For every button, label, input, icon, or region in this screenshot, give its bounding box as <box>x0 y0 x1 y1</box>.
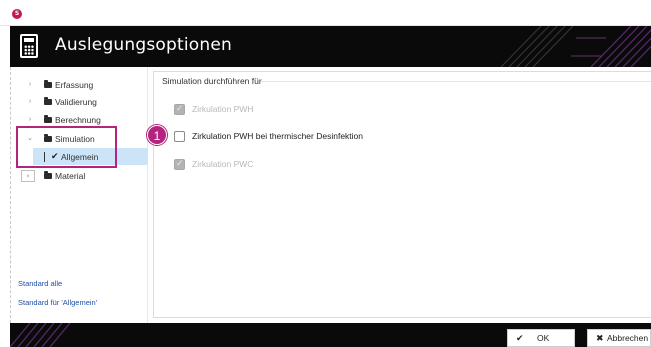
chevron-right-icon[interactable]: › <box>26 94 34 110</box>
cancel-button-label: Abbrechen <box>607 333 649 343</box>
cancel-button[interactable]: ✖ Abbrechen <box>587 329 651 347</box>
tree-item-label: Erfassung <box>55 80 94 90</box>
folder-icon <box>44 171 52 179</box>
option-label: Zirkulation PWH bei thermischer Desinfek… <box>192 131 364 141</box>
annotation-highlight-box <box>16 126 117 168</box>
option-label: Zirkulation PWC <box>192 159 254 169</box>
footer-decoration <box>10 323 71 347</box>
checkbox-checked-disabled <box>174 158 185 170</box>
group-title: Simulation durchführen für <box>162 76 262 86</box>
group-divider <box>261 81 651 82</box>
tree-item-label: Validierung <box>55 97 97 107</box>
ok-button-label: OK <box>537 333 550 343</box>
dialog-title: Auslegungsoptionen <box>55 35 233 55</box>
folder-icon <box>44 115 52 123</box>
options-panel: Simulation durchführen für Zirkulation P… <box>153 71 651 318</box>
annotation-callout-badge: 1 <box>147 125 167 145</box>
checkbox-checked-disabled <box>174 103 185 115</box>
folder-icon <box>44 97 52 105</box>
checkmark-icon: ✔ <box>516 333 524 343</box>
expand-icon[interactable]: › <box>21 170 35 182</box>
ok-button[interactable]: ✔ OK <box>507 329 575 347</box>
calculator-icon <box>20 34 38 58</box>
option-label: Zirkulation PWH <box>192 104 254 114</box>
chevron-right-icon[interactable]: › <box>26 77 34 93</box>
standard-all-link[interactable]: Standard alle <box>18 279 62 288</box>
window-top-strip: S <box>0 0 651 26</box>
checkbox-unchecked[interactable] <box>174 131 185 142</box>
dialog-header: Auslegungsoptionen <box>10 26 651 67</box>
standard-current-link[interactable]: Standard für 'Allgemein' <box>18 298 97 307</box>
app-logo-icon: S <box>12 9 22 19</box>
x-icon: ✖ <box>596 333 604 343</box>
folder-icon <box>44 80 52 88</box>
tree-item-label: Material <box>55 171 86 181</box>
header-decoration <box>500 26 651 67</box>
